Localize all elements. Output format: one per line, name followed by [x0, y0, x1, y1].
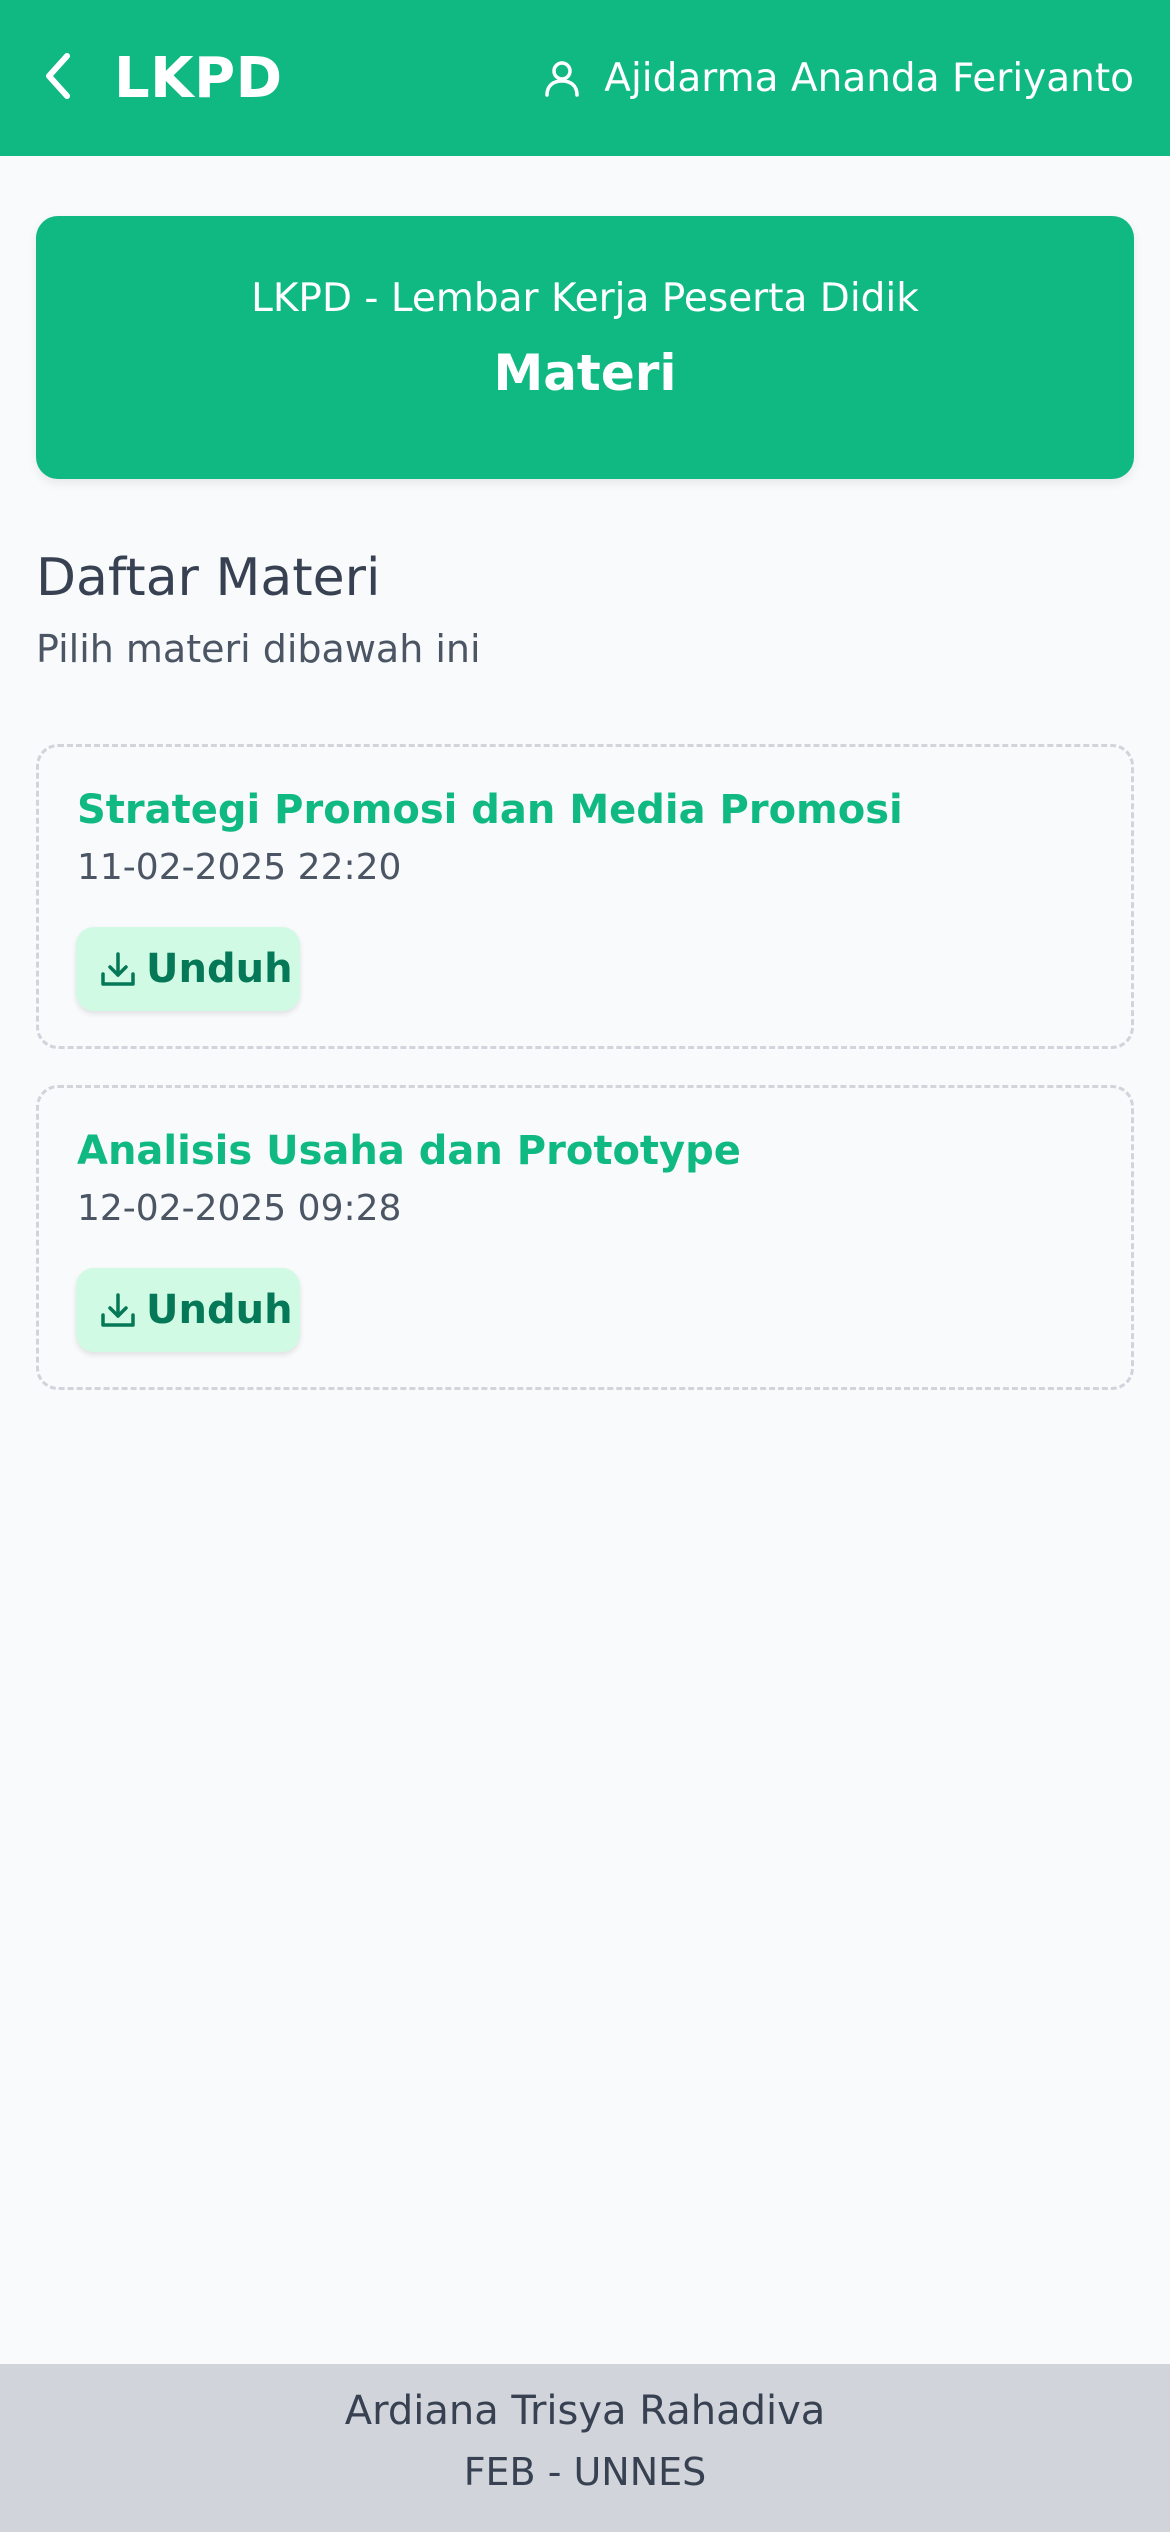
material-title: Strategi Promosi dan Media Promosi: [77, 787, 903, 833]
material-date: 11-02-2025 22:20: [77, 847, 402, 888]
hero-subtitle: LKPD - Lembar Kerja Peserta Didik: [251, 276, 919, 321]
footer-author-name: Ardiana Trisya Rahadiva: [344, 2388, 826, 2434]
top-app-bar: LKPD Ajidarma Ananda Feriyanto: [0, 0, 1170, 156]
back-button[interactable]: [36, 48, 80, 108]
hero-title: Materi: [493, 344, 677, 402]
section-subtitle: Pilih materi dibawah ini: [36, 627, 481, 671]
user-profile[interactable]: Ajidarma Ananda Feriyanto: [540, 56, 1134, 101]
download-icon: [98, 1290, 138, 1330]
footer-organization: FEB - UNNES: [463, 2450, 707, 2494]
material-title: Analisis Usaha dan Prototype: [77, 1128, 741, 1174]
material-card: Strategi Promosi dan Media Promosi 11-02…: [36, 744, 1134, 1049]
app-title: LKPD: [114, 45, 283, 111]
download-label: Unduh: [146, 1287, 293, 1333]
material-card: Analisis Usaha dan Prototype 12-02-2025 …: [36, 1085, 1134, 1390]
download-icon: [98, 949, 138, 989]
hero-banner: LKPD - Lembar Kerja Peserta Didik Materi: [36, 216, 1134, 479]
download-label: Unduh: [146, 946, 293, 992]
footer: Ardiana Trisya Rahadiva FEB - UNNES: [0, 2364, 1170, 2532]
chevron-left-icon: [44, 52, 72, 104]
material-date: 12-02-2025 09:28: [77, 1188, 402, 1229]
section-title: Daftar Materi: [36, 548, 381, 608]
user-icon: [540, 56, 584, 100]
app-root: LKPD Ajidarma Ananda Feriyanto LKPD - Le…: [0, 0, 1170, 2532]
download-button[interactable]: Unduh: [76, 1268, 300, 1352]
user-name: Ajidarma Ananda Feriyanto: [604, 55, 1134, 101]
download-button[interactable]: Unduh: [76, 927, 300, 1011]
